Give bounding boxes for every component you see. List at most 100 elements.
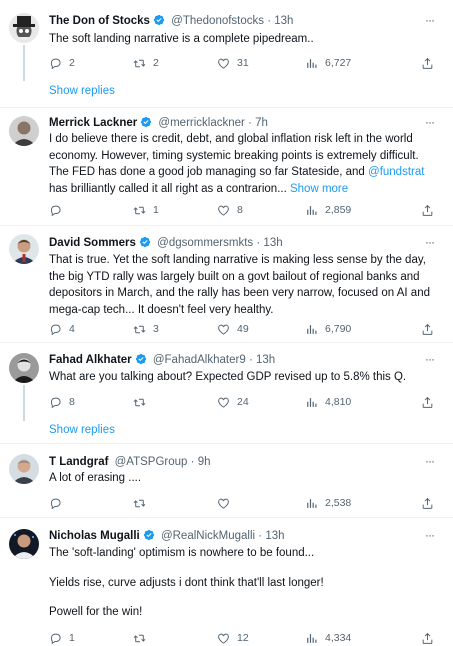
show-replies-link[interactable]: Show replies [49, 85, 115, 97]
separator-dot: · [190, 456, 195, 468]
reply-icon [49, 323, 62, 336]
timestamp[interactable]: 13h [274, 15, 293, 27]
timestamp[interactable]: 13h [263, 237, 282, 249]
verified-badge-icon [143, 529, 155, 541]
tweet-text-part: I do believe there is credit, debt, and … [49, 133, 419, 178]
user-handle[interactable]: @Thedonofstocks [171, 15, 264, 27]
views-icon [305, 632, 318, 645]
avatar[interactable] [9, 454, 39, 484]
share-button[interactable] [421, 55, 441, 71]
share-button[interactable] [421, 202, 441, 218]
share-button[interactable] [421, 321, 441, 337]
like-button[interactable] [217, 495, 237, 511]
retweet-button[interactable]: 3 [133, 321, 159, 337]
reply-count: 2 [69, 57, 75, 69]
share-button[interactable] [421, 630, 441, 646]
user-handle[interactable]: @dgsommersmkts [157, 237, 253, 249]
share-icon [421, 632, 434, 645]
views-button[interactable]: 4,334 [305, 630, 351, 646]
reply-button[interactable] [49, 202, 69, 218]
mention-link[interactable]: @fundstrat [368, 166, 424, 178]
display-name[interactable]: T Landgraf [49, 456, 108, 468]
like-button[interactable]: 31 [217, 55, 249, 71]
retweet-button[interactable] [133, 495, 153, 511]
reply-count: 8 [69, 396, 75, 408]
tweet-text-line: Powell for the win! [49, 606, 143, 618]
retweet-button[interactable] [133, 630, 153, 646]
like-count: 49 [237, 323, 249, 335]
like-button[interactable]: 8 [217, 202, 243, 218]
display-name[interactable]: The Don of Stocks [49, 15, 150, 27]
verified-badge-icon [139, 236, 151, 248]
avatar[interactable] [9, 13, 39, 43]
display-name[interactable]: David Sommers [49, 237, 136, 249]
reply-button[interactable]: 8 [49, 394, 75, 410]
user-handle[interactable]: @FahadAlkhater9 [153, 354, 246, 366]
display-name[interactable]: Merrick Lackner [49, 117, 137, 129]
separator-dot: · [248, 354, 253, 366]
timestamp[interactable]: 9h [198, 456, 211, 468]
retweet-button[interactable] [133, 394, 153, 410]
tweet-header: David Sommers @dgsommersmkts · 13h [49, 234, 423, 252]
tweet[interactable]: Merrick Lackner @merricklackner · 7h ···… [0, 108, 453, 225]
avatar[interactable] [9, 353, 39, 383]
show-more-link[interactable]: Show more [290, 183, 348, 195]
share-icon [421, 323, 434, 336]
more-icon[interactable]: ··· [425, 114, 439, 132]
reply-button[interactable]: 1 [49, 630, 75, 646]
timestamp[interactable]: 13h [256, 354, 275, 366]
tweet-actions: 2 2 31 6,727 [49, 55, 433, 71]
retweet-button[interactable]: 1 [133, 202, 159, 218]
separator-dot: · [267, 15, 272, 27]
show-replies-link[interactable]: Show replies [49, 424, 115, 436]
tweet-header: T Landgraf @ATSPGroup · 9h [49, 453, 423, 471]
share-button[interactable] [421, 394, 441, 410]
views-button[interactable]: 2,538 [305, 495, 351, 511]
avatar[interactable] [9, 116, 39, 146]
retweet-button[interactable]: 2 [133, 55, 159, 71]
user-handle[interactable]: @merricklackner [158, 117, 244, 129]
timestamp[interactable]: 7h [255, 117, 268, 129]
views-icon [305, 323, 318, 336]
views-button[interactable]: 2,859 [305, 202, 351, 218]
like-icon [217, 57, 230, 70]
reply-button[interactable] [49, 495, 69, 511]
share-icon [421, 497, 434, 510]
more-icon[interactable]: ··· [425, 234, 439, 252]
views-count: 6,727 [325, 57, 352, 69]
views-button[interactable]: 4,810 [305, 394, 351, 410]
share-button[interactable] [421, 495, 441, 511]
tweet[interactable]: The Don of Stocks @Thedonofstocks · 13h … [0, 0, 453, 108]
tweet-text: The soft landing narrative is a complete… [49, 33, 314, 45]
like-button[interactable]: 49 [217, 321, 249, 337]
tweet[interactable]: Nicholas Mugalli @RealNickMugalli · 13h … [0, 518, 453, 644]
display-name[interactable]: Nicholas Mugalli [49, 530, 140, 542]
retweet-icon [133, 396, 146, 409]
tweet-actions: 1 12 4,334 [49, 630, 433, 646]
tweet[interactable]: T Landgraf @ATSPGroup · 9h ··· A lot of … [0, 444, 453, 517]
reply-button[interactable]: 4 [49, 321, 75, 337]
timestamp[interactable]: 13h [265, 530, 284, 542]
more-icon[interactable]: ··· [425, 12, 439, 30]
views-button[interactable]: 6,727 [305, 55, 351, 71]
reply-icon [49, 497, 62, 510]
more-icon[interactable]: ··· [425, 351, 439, 369]
more-icon[interactable]: ··· [425, 527, 439, 545]
like-button[interactable]: 24 [217, 394, 249, 410]
tweet[interactable]: David Sommers @dgsommersmkts · 13h ··· T… [0, 226, 453, 342]
views-icon [305, 204, 318, 217]
reply-button[interactable]: 2 [49, 55, 75, 71]
tweet-actions: 1 8 2,859 [49, 202, 433, 218]
views-button[interactable]: 6,790 [305, 321, 351, 337]
avatar[interactable] [9, 529, 39, 559]
like-count: 8 [237, 204, 243, 216]
display-name[interactable]: Fahad Alkhater [49, 354, 132, 366]
user-handle[interactable]: @RealNickMugalli [161, 530, 255, 542]
like-button[interactable]: 12 [217, 630, 249, 646]
user-handle[interactable]: @ATSPGroup [115, 456, 188, 468]
retweet-icon [133, 632, 146, 645]
avatar[interactable] [9, 234, 39, 264]
tweet-text: A lot of erasing .... [49, 472, 142, 484]
more-icon[interactable]: ··· [425, 453, 439, 471]
tweet[interactable]: Fahad Alkhater @FahadAlkhater9 · 13h ···… [0, 343, 453, 443]
